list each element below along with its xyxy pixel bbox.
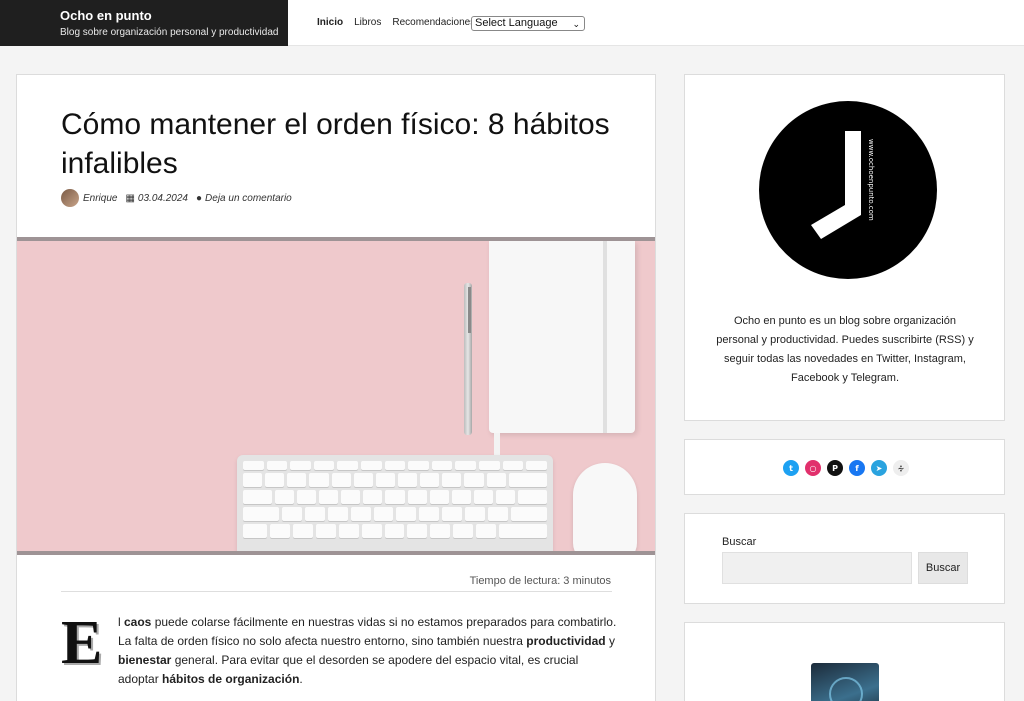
comment-link[interactable]: ● Deja un comentario <box>196 193 292 204</box>
site-logo: www.ochoenpunto.com <box>759 101 937 279</box>
divider <box>61 591 612 592</box>
twitter-icon[interactable]: t <box>783 460 799 476</box>
nav-item-recomendaciones[interactable]: Recomendaciones <box>392 17 475 28</box>
author-link[interactable]: Enrique <box>61 189 117 207</box>
comment-icon: ● <box>195 192 203 204</box>
calendar-icon: ▦ <box>125 192 135 204</box>
featured-image <box>17 237 655 555</box>
pocket-icon[interactable]: P <box>827 460 843 476</box>
nav-item-inicio[interactable]: Inicio <box>317 17 343 28</box>
social-widget: t ○ P f ➤ ∻ <box>684 439 1005 495</box>
intro-bold-4: hábitos de organización <box>162 672 300 686</box>
post-article: Cómo mantener el orden físico: 8 hábitos… <box>16 74 656 701</box>
book-cover-image[interactable] <box>811 663 879 701</box>
notebook-band <box>603 241 607 433</box>
intro-bold-2: productividad <box>526 634 606 648</box>
reading-time: Tiempo de lectura: 3 minutos <box>469 575 611 587</box>
intro-text-5: . <box>299 672 303 686</box>
post-intro: l caos puede colarse fácilmente en nuest… <box>118 613 618 689</box>
site-brand[interactable]: Ocho en punto Blog sobre organización pe… <box>0 0 288 46</box>
intro-text-3: y <box>605 634 615 648</box>
post-date: 03.04.2024 <box>137 192 188 204</box>
search-label: Buscar <box>722 536 757 548</box>
author-avatar <box>61 189 79 207</box>
logo-url-text: www.ochoenpunto.com <box>867 139 875 221</box>
intro-bold-1: caos <box>124 615 152 629</box>
notebook-ribbon <box>494 433 500 457</box>
top-bar: Ocho en punto Blog sobre organización pe… <box>0 0 1024 46</box>
notebook-illustration <box>489 241 635 433</box>
post-date-link[interactable]: ▦ 03.04.2024 <box>125 193 188 204</box>
nav-item-libros[interactable]: Libros <box>354 17 381 28</box>
language-select[interactable]: Select Language ⌄ <box>471 16 585 31</box>
main-nav: Inicio Libros Recomendaciones <box>317 17 486 28</box>
about-text: Ocho en punto es un blog sobre organizac… <box>716 315 974 384</box>
search-button[interactable]: Buscar <box>918 552 968 584</box>
book-widget <box>684 622 1005 701</box>
about-widget: www.ochoenpunto.com Ocho en punto es un … <box>684 74 1005 421</box>
telegram-icon[interactable]: ➤ <box>871 460 887 476</box>
keyboard-illustration <box>237 455 553 551</box>
instagram-icon[interactable]: ○ <box>805 460 821 476</box>
mouse-illustration <box>573 463 637 551</box>
language-select-value: Select Language <box>475 17 558 29</box>
facebook-icon[interactable]: f <box>849 460 865 476</box>
comment-link-label: Deja un comentario <box>205 192 292 204</box>
post-meta: Enrique ▦ 03.04.2024 ● Deja un comentari… <box>61 189 300 207</box>
site-title[interactable]: Ocho en punto <box>60 8 288 23</box>
chevron-down-icon: ⌄ <box>572 19 580 29</box>
search-input[interactable] <box>722 552 912 584</box>
clock-logo-icon: www.ochoenpunto.com <box>811 131 875 239</box>
social-icons: t ○ P f ➤ ∻ <box>783 460 909 476</box>
drop-cap: E <box>61 609 103 677</box>
rss-icon[interactable]: ∻ <box>893 460 909 476</box>
post-title: Cómo mantener el orden físico: 8 hábitos… <box>61 108 610 180</box>
pen-clip <box>468 287 471 333</box>
author-name: Enrique <box>83 192 118 204</box>
intro-bold-3: bienestar <box>118 653 172 667</box>
site-tagline: Blog sobre organización personal y produ… <box>60 27 279 38</box>
search-widget: Buscar Buscar <box>684 513 1005 604</box>
